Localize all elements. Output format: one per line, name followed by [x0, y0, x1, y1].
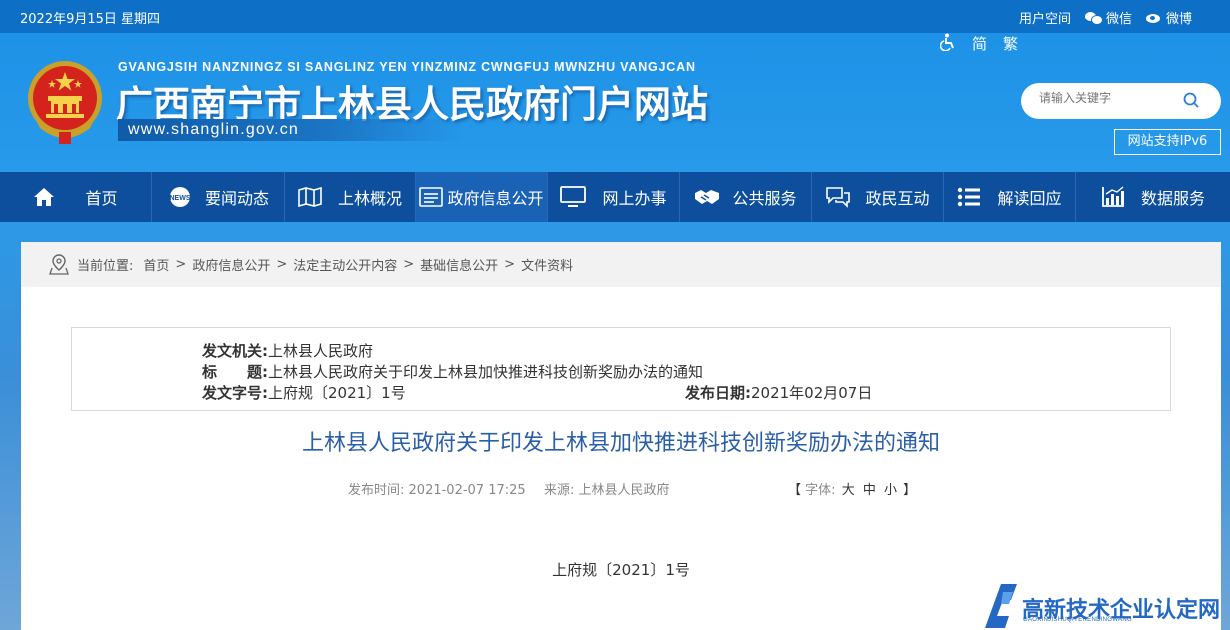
ipv6-badge: 网站支持IPv6: [1114, 129, 1221, 155]
source: 上林县人民政府: [578, 483, 670, 498]
nav-label: 网上办事: [602, 189, 667, 208]
meta-date-value: 2021年02月07日: [751, 384, 873, 402]
search-box: [1021, 83, 1221, 119]
document-meta-box: 发文机关:上林县人民政府 标 题:上林县人民政府关于印发上林县加快推进科技创新奖…: [71, 327, 1171, 411]
top-links: 用户空间 微信 微博: [1019, 8, 1192, 27]
source-label: 来源:: [543, 483, 575, 498]
nav-label: 数据服务: [1140, 189, 1205, 208]
breadcrumb-home[interactable]: 首页: [143, 255, 169, 274]
nav-overview[interactable]: 上林概况: [285, 172, 416, 222]
nav-online-service[interactable]: 网上办事: [548, 172, 680, 222]
top-bar: 2022年9月15日 星期四 用户空间 微信 微博: [0, 0, 1230, 33]
meta-docno-label: 发文字号:: [202, 384, 268, 402]
pub-time-label: 发布时间:: [348, 483, 405, 498]
article-doc-number: 上府规〔2021〕1号: [552, 561, 690, 579]
main-content: 当前位置: 首页 > 政府信息公开 > 法定主动公开内容 > 基础信息公开 > …: [21, 242, 1221, 630]
search-input[interactable]: [1039, 91, 1179, 105]
document-list-icon: [419, 187, 444, 207]
meta-subject: 标 题:上林县人民政府关于印发上林县加快推进科技创新奖励办法的通知: [202, 361, 703, 382]
wechat-label: 微信: [1105, 12, 1132, 27]
monitor-icon: [560, 186, 587, 207]
user-space-link[interactable]: 用户空间: [1019, 8, 1071, 27]
nav-interaction[interactable]: 政民互动: [812, 172, 944, 222]
location-pin-icon: [49, 253, 69, 275]
nav-interpretation[interactable]: 解读回应: [944, 172, 1076, 222]
meta-docno: 发文字号:上府规〔2021〕1号: [202, 382, 406, 403]
bar-chart-icon: [1102, 186, 1124, 207]
weibo-link[interactable]: 微博: [1145, 8, 1192, 27]
meta-date: 发布日期:2021年02月07日: [685, 382, 872, 403]
meta-issuer-value: 上林县人民政府: [268, 342, 374, 360]
nav-gov-info[interactable]: 政府信息公开: [416, 172, 548, 222]
breadcrumb-gov-info[interactable]: 政府信息公开: [192, 255, 270, 274]
font-bracket-open: 【: [788, 483, 802, 498]
meta-date-label: 发布日期:: [685, 384, 751, 402]
national-emblem-icon: [28, 61, 102, 144]
wechat-link[interactable]: 微信: [1084, 8, 1132, 27]
meta-issuer-label: 发文机关:: [202, 342, 268, 360]
meta-subject-value: 上林县人民政府关于印发上林县加快推进科技创新奖励办法的通知: [268, 363, 704, 381]
font-size-control: 【 字体: 大 中 小 】: [788, 479, 916, 498]
wechat-icon: [1084, 11, 1103, 25]
nav-public-service[interactable]: 公共服务: [680, 172, 812, 222]
meta-issuer: 发文机关:上林县人民政府: [202, 340, 373, 361]
current-date: 2022年9月15日 星期四: [20, 12, 161, 27]
nav-home[interactable]: 首页: [0, 172, 152, 222]
breadcrumb-separator: >: [276, 257, 288, 272]
weibo-icon: [1145, 11, 1162, 24]
breadcrumb-prefix: 当前位置:: [77, 259, 134, 274]
breadcrumb-documents[interactable]: 文件资料: [521, 255, 573, 274]
breadcrumb: 当前位置: 首页 > 政府信息公开 > 法定主动公开内容 > 基础信息公开 > …: [21, 242, 1221, 287]
nav-news[interactable]: NEWS 要闻动态: [152, 172, 285, 222]
font-medium-button[interactable]: 中: [863, 483, 876, 498]
breadcrumb-separator: >: [403, 257, 415, 272]
nav-label: 政民互动: [865, 189, 930, 208]
font-label: 字体:: [805, 483, 836, 498]
nav-label: 公共服务: [732, 189, 797, 208]
site-header: GVANGJSIH NANZNINGZ SI SANGLINZ YEN YINZ…: [0, 33, 1230, 172]
font-bracket-close: 】: [903, 483, 917, 498]
simplified-chinese-button[interactable]: 简: [972, 33, 987, 55]
handshake-icon: [695, 190, 720, 204]
weibo-label: 微博: [1165, 12, 1192, 27]
breadcrumb-statutory[interactable]: 法定主动公开内容: [293, 255, 397, 274]
nav-label: 要闻动态: [204, 189, 269, 208]
meta-docno-value: 上府规〔2021〕1号: [268, 384, 406, 402]
site-url: www.shanglin.gov.cn: [118, 119, 463, 141]
chat-icon: [826, 187, 851, 208]
accessibility-tools: 简 繁: [939, 33, 1018, 55]
nav-data-service[interactable]: 数据服务: [1076, 172, 1230, 222]
nav-label: 政府信息公开: [447, 189, 544, 208]
breadcrumb-basic-info[interactable]: 基础信息公开: [420, 255, 498, 274]
svg-text:NEWS: NEWS: [169, 195, 190, 202]
nav-label: 上林概况: [337, 189, 402, 208]
list-icon: [958, 187, 981, 207]
article-title: 上林县人民政府关于印发上林县加快推进科技创新奖励办法的通知: [301, 431, 940, 456]
breadcrumb-separator: >: [175, 257, 187, 272]
font-small-button[interactable]: 小: [884, 483, 897, 498]
nav-label: 解读回应: [997, 189, 1062, 208]
accessibility-icon[interactable]: [939, 33, 956, 55]
article-pub-info: 发布时间: 2021-02-07 17:25 来源: 上林县人民政府: [348, 479, 670, 498]
map-icon: [298, 187, 322, 207]
breadcrumb-separator: >: [504, 257, 516, 272]
home-icon: [34, 188, 55, 206]
meta-subject-label: 标 题:: [202, 363, 268, 381]
main-nav: 首页 NEWS 要闻动态 上林概况 政府信息公开 网上办事 公共服务 政民互动 …: [0, 172, 1230, 222]
site-title-pinyin: GVANGJSIH NANZNINGZ SI SANGLINZ YEN YINZ…: [118, 60, 696, 74]
pub-time: 2021-02-07 17:25: [408, 483, 526, 498]
watermark-subtext: GAOXINJISHUQIYERENDINGWANG: [1023, 617, 1132, 623]
font-large-button[interactable]: 大: [842, 483, 855, 498]
search-icon[interactable]: [1183, 92, 1199, 108]
traditional-chinese-button[interactable]: 繁: [1003, 33, 1018, 55]
nav-label: 首页: [85, 189, 118, 208]
news-icon: NEWS: [169, 187, 191, 207]
